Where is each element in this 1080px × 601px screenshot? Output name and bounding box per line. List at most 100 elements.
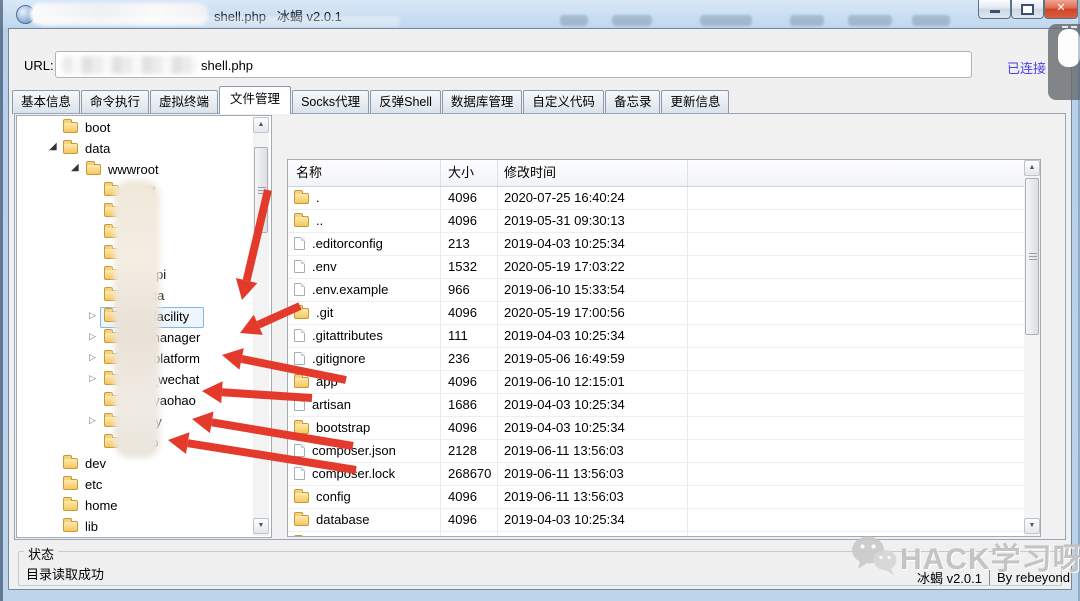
connection-status-link[interactable]: 已连接 <box>1007 58 1046 77</box>
expand-icon[interactable]: ▷ <box>89 415 96 426</box>
tree-item-lib[interactable]: lib <box>17 517 271 537</box>
tab-6[interactable]: 数据库管理 <box>441 90 523 114</box>
row-filler <box>688 509 1040 531</box>
file-name: database <box>316 512 370 527</box>
file-size: 236 <box>441 348 498 370</box>
folder-icon <box>63 455 78 469</box>
footer-version-line: 冰蝎 v2.0.1 By rebeyond <box>917 568 1070 587</box>
title-bar[interactable]: shell.php 冰蝎 v2.0.1 ✕ <box>0 0 1080 28</box>
tab-7[interactable]: 自定义代码 <box>523 90 604 114</box>
collapse-icon[interactable]: ◢ <box>49 141 57 152</box>
file-name: . <box>316 190 320 205</box>
folder-icon <box>294 213 309 227</box>
table-row-bootstrap[interactable]: bootstrap 4096 2019-04-03 10:25:34 <box>288 417 1040 440</box>
table-row-app[interactable]: app 4096 2019-06-10 12:15:01 <box>288 371 1040 394</box>
table-row-.gitattributes[interactable]: .gitattributes 111 2019-04-03 10:25:34 <box>288 325 1040 348</box>
file-size: 966 <box>441 279 498 301</box>
file-size: 111 <box>441 325 498 347</box>
file-size: 4096 <box>441 509 498 531</box>
folder-icon <box>63 518 78 532</box>
scroll-down-icon[interactable]: ▼ <box>253 518 269 534</box>
file-name: .gitignore <box>312 351 366 366</box>
row-filler <box>688 371 1040 393</box>
tab-9[interactable]: 更新信息 <box>661 90 730 114</box>
row-filler <box>688 256 1040 278</box>
file-name: artisan <box>312 397 352 412</box>
minimize-button[interactable] <box>978 0 1011 19</box>
tab-5[interactable]: 反弹Shell <box>370 90 441 114</box>
row-filler <box>688 279 1040 301</box>
tree-item-label: lib <box>85 519 99 534</box>
tree-scrollbar[interactable]: ▲ ▼ <box>253 117 269 536</box>
table-row-composer.json[interactable]: composer.json 2128 2019-06-11 13:56:03 <box>288 440 1040 463</box>
table-row-.env.example[interactable]: .env.example 966 2019-06-10 15:33:54 <box>288 279 1040 302</box>
scroll-up-icon[interactable]: ▲ <box>1024 160 1040 176</box>
table-row-.gitignore[interactable]: .gitignore 236 2019-05-06 16:49:59 <box>288 348 1040 371</box>
tree-item-etc[interactable]: etc <box>17 475 271 496</box>
blur-patch <box>700 15 752 26</box>
table-row-config[interactable]: config 4096 2019-06-11 13:56:03 <box>288 486 1040 509</box>
tab-8[interactable]: 备忘录 <box>604 90 661 114</box>
file-name: .env <box>312 259 337 274</box>
status-group-label: 状态 <box>24 544 59 563</box>
folder-icon <box>86 161 101 175</box>
tree-item-data[interactable]: ◢ data <box>17 139 271 160</box>
file-size: 2128 <box>441 440 498 462</box>
wechat-icon <box>848 533 900 584</box>
column-header-2[interactable]: 修改时间 <box>498 160 688 186</box>
file-name: composer.lock <box>312 466 396 481</box>
table-row-database[interactable]: database 4096 2019-04-03 10:25:34 <box>288 509 1040 532</box>
file-size: 4096 <box>441 210 498 232</box>
file-size: 4096 <box>441 187 498 209</box>
file-mtime: 2019-04-03 10:25:34 <box>498 233 688 255</box>
tab-1[interactable]: 命令执行 <box>81 90 150 114</box>
collapse-icon[interactable]: ◢ <box>71 162 79 173</box>
table-scrollbar[interactable]: ▲ ▼ <box>1024 160 1040 536</box>
file-mtime: 2020-07-25 16:40:24 <box>498 187 688 209</box>
table-row-artisan[interactable]: artisan 1686 2019-04-03 10:25:34 <box>288 394 1040 417</box>
tab-0[interactable]: 基本信息 <box>12 90 81 114</box>
file-icon <box>294 260 305 273</box>
expand-icon[interactable]: ▷ <box>89 373 96 384</box>
tab-3[interactable]: 文件管理 <box>219 86 292 114</box>
scroll-up-icon[interactable]: ▲ <box>253 117 269 133</box>
file-mtime: 2019-05-06 16:49:59 <box>498 348 688 370</box>
tree-item-label: boot <box>85 120 111 135</box>
column-header-1[interactable]: 大小 <box>441 160 498 186</box>
tree-item-wwwroot[interactable]: ◢ wwwroot <box>17 160 271 181</box>
blur-patch <box>790 15 824 26</box>
file-name: config <box>316 489 351 504</box>
table-row-.[interactable]: . 4096 2020-07-25 16:40:24 <box>288 187 1040 210</box>
maximize-button[interactable] <box>1011 0 1044 19</box>
file-name: node_modules <box>316 535 401 536</box>
table-row-.editorconfig[interactable]: .editorconfig 213 2019-04-03 10:25:34 <box>288 233 1040 256</box>
table-row-.env[interactable]: .env 1532 2020-05-19 17:03:22 <box>288 256 1040 279</box>
file-icon <box>294 237 305 250</box>
column-header-0[interactable]: 名称 <box>288 160 441 186</box>
tree-item-label: home <box>85 498 118 513</box>
file-size: 268670 <box>441 463 498 485</box>
expand-icon[interactable]: ▷ <box>89 310 96 321</box>
file-table: 名称 大小 修改时间 . 4096 2020-07-25 16:40:24.. 4096 2… <box>287 159 1041 537</box>
tree-item-label: etc <box>85 477 103 492</box>
tab-2[interactable]: 虚拟终端 <box>150 90 219 114</box>
row-filler <box>688 394 1040 416</box>
expand-icon[interactable]: ▷ <box>89 352 96 363</box>
row-filler <box>688 486 1040 508</box>
file-size: 102400 <box>441 532 498 536</box>
tab-4[interactable]: Socks代理 <box>292 90 370 114</box>
blur-patch <box>560 15 588 26</box>
grip-icon <box>1029 256 1037 257</box>
file-mtime: 2019-06-11 13:56:03 <box>498 440 688 462</box>
table-row-composer.lock[interactable]: composer.lock 268670 2019-06-11 13:56:03 <box>288 463 1040 486</box>
table-scrollbar-thumb[interactable] <box>1025 178 1039 335</box>
close-button[interactable]: ✕ <box>1044 0 1078 19</box>
tree-scrollbar-thumb[interactable] <box>254 147 268 233</box>
scroll-down-icon[interactable]: ▼ <box>1024 518 1040 534</box>
tree-item-home[interactable]: home <box>17 496 271 517</box>
tree-item-boot[interactable]: boot <box>17 118 271 139</box>
folder-icon <box>294 512 309 526</box>
table-row-..[interactable]: .. 4096 2019-05-31 09:30:13 <box>288 210 1040 233</box>
table-row-.git[interactable]: .git 4096 2020-05-19 17:00:56 <box>288 302 1040 325</box>
expand-icon[interactable]: ▷ <box>89 331 96 342</box>
